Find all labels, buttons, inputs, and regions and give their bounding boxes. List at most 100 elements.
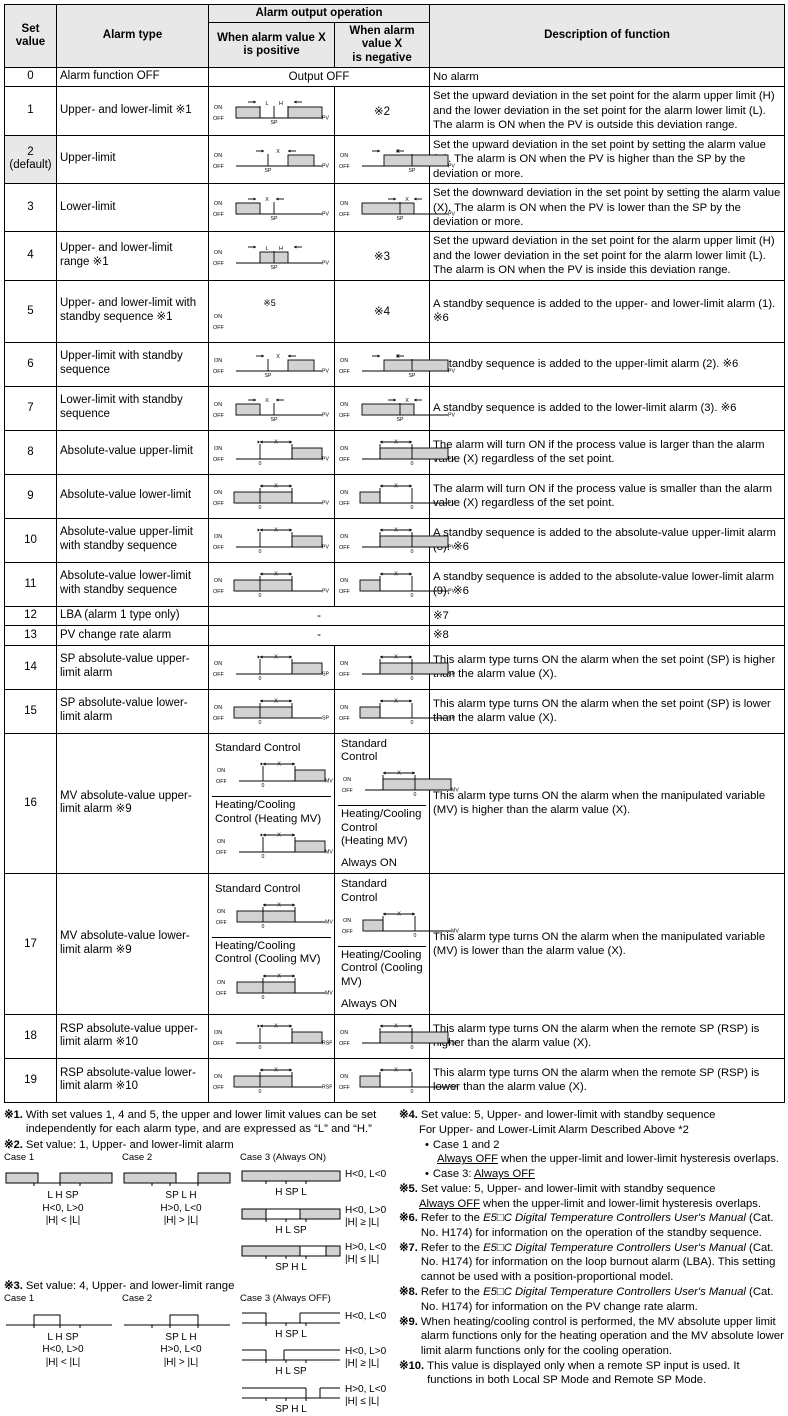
svg-text:H: H	[279, 100, 283, 106]
svg-text:OFF: OFF	[339, 212, 350, 218]
cell-set-value: 6	[4, 341, 57, 387]
svg-text:X: X	[277, 973, 281, 979]
svg-text:0: 0	[411, 461, 414, 467]
case-1-cond-1: H<0, L>0	[42, 1202, 84, 1214]
case-3c-ticks: SP H L	[275, 1403, 307, 1415]
header-when-negative-text: When alarm value X is negative	[349, 25, 415, 64]
cell-description: This alarm type turns ON the alarm when …	[429, 732, 786, 875]
svg-text:ON: ON	[214, 314, 222, 320]
cell-alarm-type: Upper- and lower-limit range ※1	[56, 231, 209, 281]
cell-positive-diagram: ON OFF X SP PV	[208, 385, 335, 431]
waveform-abs-upper-positive: ON OFF X 0 PV	[212, 433, 332, 466]
svg-text:ON: ON	[214, 201, 222, 207]
svg-text:ON: ON	[214, 661, 222, 667]
svg-text:0: 0	[411, 1089, 414, 1095]
waveform-mv-abs-lower-positive: ON OFF X 0 MV	[215, 896, 335, 930]
svg-text:OFF: OFF	[339, 545, 350, 551]
case-2-label: Case 2	[122, 1151, 153, 1163]
svg-text:OFF: OFF	[339, 369, 350, 375]
svg-text:PV: PV	[448, 163, 455, 169]
waveform-rsp-abs-upper-negative: ON OFF X 0 RSP	[338, 1017, 458, 1051]
svg-text:OFF: OFF	[339, 501, 350, 507]
cell-description: Set the upward deviation in the set poin…	[429, 86, 786, 136]
cell-positive-diagram: ON OFF X SP PV	[208, 134, 335, 185]
sub-label-heating-cooling: Heating/Cooling Control (Cooling MV)	[215, 939, 321, 966]
table-row: 10 Absolute-value upper-limit with standb…	[4, 517, 786, 563]
svg-text:X: X	[394, 1024, 398, 1030]
waveform-sp-abs-lower-positive: ON OFF X 0 SP	[212, 692, 332, 725]
alarm-types-table: Set value Alarm type Alarm output operat…	[4, 3, 786, 1103]
svg-text:OFF: OFF	[213, 116, 224, 122]
svg-text:0: 0	[259, 676, 262, 682]
case-2-label: Case 2	[122, 1293, 153, 1305]
svg-text:OFF: OFF	[213, 1085, 224, 1091]
sub-label-heating-cooling: Heating/Cooling Control (Cooling MV)	[341, 948, 423, 988]
cell-description: No alarm	[429, 66, 786, 88]
svg-text:ON: ON	[340, 402, 348, 408]
case-3a-ticks: H SP L	[275, 1187, 307, 1199]
sub-always-on: Always ON	[341, 857, 397, 870]
svg-text:OFF: OFF	[339, 1041, 350, 1047]
svg-text:X: X	[274, 527, 278, 533]
svg-text:0: 0	[414, 793, 417, 799]
svg-text:0: 0	[411, 549, 414, 555]
table-row: 1 Upper- and lower-limit ※1 ON OFF L H SP PV ※2 S…	[4, 86, 786, 136]
footnote-1-text: With set values 1, 4 and 5, the upper an…	[25, 1108, 377, 1136]
svg-text:MV: MV	[325, 779, 333, 785]
cell-positive-split: Standard Control ON OFF X 0 MV Heating/Cooling…	[208, 873, 335, 1015]
cell-negative-diagram: ON OFF X 0 RSP	[333, 1057, 458, 1103]
footnote-10-text: This value is displayed only when a remo…	[427, 1359, 740, 1387]
svg-text:ON: ON	[214, 1074, 222, 1080]
cell-positive-diagram: ON OFF X 0 RSP	[208, 1013, 335, 1059]
footnote-7-text: Refer to the E5□C Digital Temperature Co…	[421, 1241, 784, 1284]
svg-text:OFF: OFF	[339, 457, 350, 463]
footnote-8-pre: Refer to the	[420, 1286, 484, 1299]
sub-heating-cooling-negative: Heating/Cooling Control (Cooling MV) Alwa…	[338, 946, 426, 1011]
cell-description: This alarm type turns ON the alarm when …	[429, 1057, 786, 1103]
footnote-8-number: ※8.	[399, 1286, 418, 1299]
svg-text:0: 0	[259, 593, 262, 599]
neg-note-ref: ※3	[373, 251, 391, 264]
sub-label-standard-control: Standard Control	[215, 742, 301, 754]
svg-text:X: X	[397, 771, 401, 777]
svg-text:X: X	[396, 354, 400, 360]
sub-standard-control-negative: Standard Control ON OFF X 0 MV	[338, 735, 459, 807]
svg-text:RSP: RSP	[322, 1041, 332, 1047]
waveform-lower-limit-negative: ON OFF X SP PV	[338, 188, 458, 222]
footnote-3-number: ※3.	[4, 1279, 23, 1292]
footnote-7-pre: Refer to the	[420, 1242, 484, 1255]
svg-text:PV: PV	[322, 212, 329, 218]
case-3c-ticks: SP H L	[275, 1262, 307, 1274]
svg-text:X: X	[397, 912, 401, 918]
svg-text:OFF: OFF	[339, 672, 350, 678]
footnote-9: ※9. When heating/cooling control is perf…	[399, 1315, 784, 1358]
svg-text:L: L	[266, 245, 269, 251]
sub-label-heating-cooling: Heating/Cooling Control (Heating MV)	[341, 808, 422, 847]
svg-text:0: 0	[411, 1045, 414, 1051]
svg-text:X: X	[396, 149, 400, 155]
svg-text:X: X	[277, 833, 281, 839]
footnote-4-bullet-1-detail: Always OFF when the upper-limit and lowe…	[399, 1152, 784, 1167]
waveform-sp-abs-upper-negative: ON OFF X 0 SP	[338, 648, 458, 681]
svg-text:X: X	[405, 197, 409, 203]
cell-description: This alarm type turns ON the alarm when …	[429, 644, 786, 690]
waveform-upper-lower-limit-positive: ON OFF L H SP PV	[212, 92, 332, 126]
case-2-figure: Case 2 SP L H H>0, L<0 |H| > |L|	[122, 1151, 240, 1275]
header-alarm-type: Alarm type	[56, 4, 209, 68]
svg-text:ON: ON	[340, 1074, 348, 1080]
svg-text:X: X	[394, 654, 398, 660]
cell-description: This alarm type turns ON the alarm when …	[429, 688, 786, 734]
cell-set-value: 19	[4, 1057, 57, 1103]
svg-text:OFF: OFF	[216, 920, 227, 926]
svg-text:ON: ON	[340, 661, 348, 667]
bullet-icon: •	[425, 1138, 429, 1151]
cell-positive-diagram: ON OFF X 0 RSP	[208, 1057, 335, 1103]
case-3c-cond: H>0, L<0 |H| ≤ |L|	[345, 1242, 387, 1266]
svg-text:RSP: RSP	[448, 1085, 458, 1091]
bullet-icon: •	[425, 1167, 429, 1180]
svg-text:0: 0	[411, 593, 414, 599]
svg-text:OFF: OFF	[213, 1041, 224, 1047]
header-alarm-output-operation: Alarm output operation	[207, 3, 431, 24]
cell-description: A standby sequence is added to the absol…	[429, 517, 786, 563]
case-1-figure: Case 1 L H SP H<0, L>0 |H| < |L|	[4, 1152, 122, 1275]
